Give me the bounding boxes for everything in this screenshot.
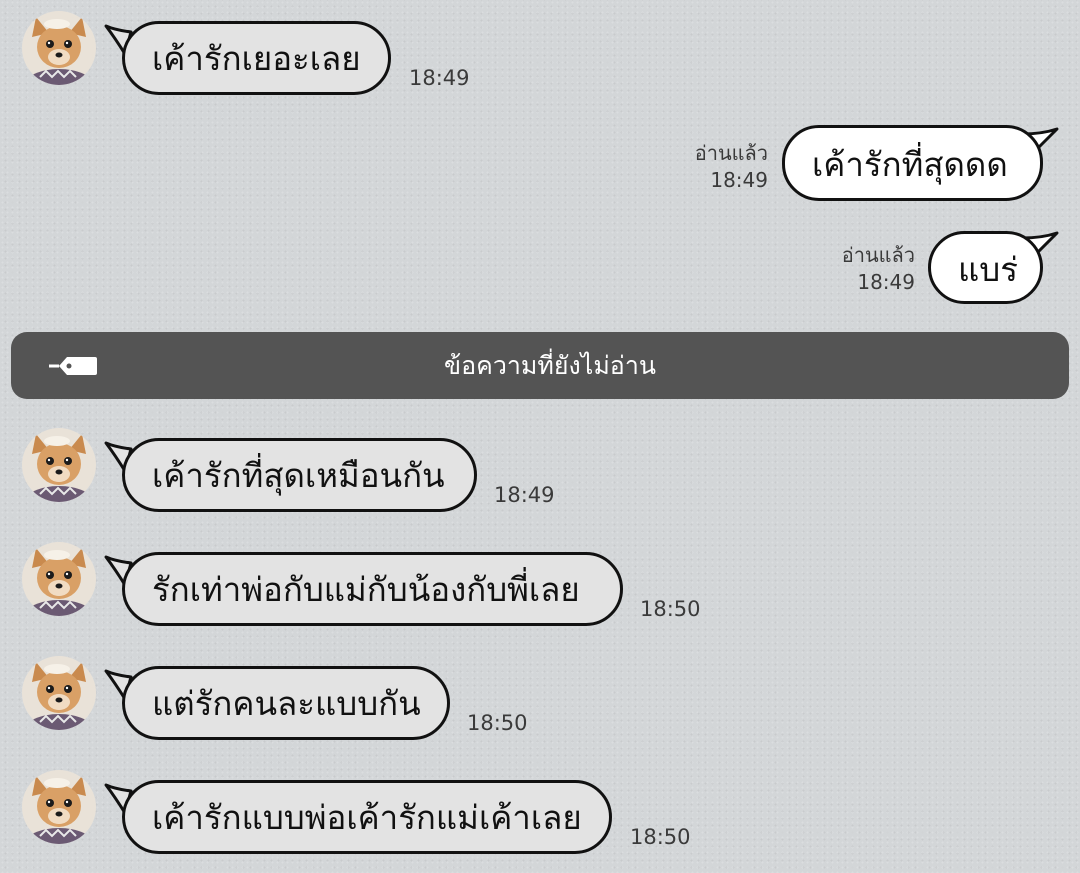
message-text: แบร่	[958, 250, 1018, 289]
message-time: 18:49	[494, 483, 555, 507]
message-text: เค้ารักแบบพ่อเค้ารักแม่เค้าเลย	[152, 798, 582, 837]
read-receipt: อ่านแล้ว	[694, 141, 768, 165]
incoming-message: เค้ารักที่สุดเหมือนกัน 18:49	[0, 428, 1080, 518]
message-text: เค้ารักที่สุดดด	[812, 145, 1008, 184]
message-bubble[interactable]: เค้ารักเยอะเลย	[122, 21, 391, 95]
chat-area[interactable]: เค้ารักเยอะเลย 18:49 อ่านแล้ว 18:49 เค้า…	[0, 0, 1080, 873]
message-bubble[interactable]: แต่รักคนละแบบกัน	[122, 666, 450, 740]
message-meta: อ่านแล้ว 18:49	[640, 140, 768, 194]
message-time: 18:49	[857, 270, 915, 294]
message-bubble[interactable]: รักเท่าพ่อกับแม่กับน้องกับพี่เลย	[122, 552, 623, 626]
message-meta: อ่านแล้ว 18:49	[790, 242, 915, 296]
incoming-message: แต่รักคนละแบบกัน 18:50	[0, 656, 1080, 746]
message-time: 18:50	[640, 597, 701, 621]
unread-divider-label: ข้อความที่ยังไม่อ่าน	[444, 351, 656, 380]
message-bubble[interactable]: เค้ารักที่สุดเหมือนกัน	[122, 438, 477, 512]
message-text: เค้ารักที่สุดเหมือนกัน	[152, 456, 445, 495]
message-bubble[interactable]: เค้ารักแบบพ่อเค้ารักแม่เค้าเลย	[122, 780, 612, 854]
incoming-message: เค้ารักแบบพ่อเค้ารักแม่เค้าเลย 18:50	[0, 770, 1080, 860]
avatar[interactable]	[22, 656, 96, 730]
message-time: 18:50	[630, 825, 691, 849]
message-time: 18:50	[467, 711, 528, 735]
avatar[interactable]	[22, 428, 96, 502]
message-text: เค้ารักเยอะเลย	[152, 39, 361, 78]
message-time: 18:49	[409, 66, 470, 90]
message-text: แต่รักคนละแบบกัน	[152, 684, 421, 723]
unread-messages-divider: ข้อความที่ยังไม่อ่าน	[11, 332, 1069, 399]
avatar[interactable]	[22, 11, 96, 85]
incoming-message: เค้ารักเยอะเลย 18:49	[0, 11, 1080, 101]
avatar[interactable]	[22, 542, 96, 616]
message-text: รักเท่าพ่อกับแม่กับน้องกับพี่เลย	[152, 570, 580, 609]
read-receipt: อ่านแล้ว	[841, 243, 915, 267]
avatar[interactable]	[22, 770, 96, 844]
incoming-message: รักเท่าพ่อกับแม่กับน้องกับพี่เลย 18:50	[0, 542, 1080, 632]
message-bubble[interactable]: เค้ารักที่สุดดด	[782, 125, 1043, 201]
message-time: 18:49	[710, 168, 768, 192]
message-bubble[interactable]: แบร่	[928, 231, 1043, 304]
